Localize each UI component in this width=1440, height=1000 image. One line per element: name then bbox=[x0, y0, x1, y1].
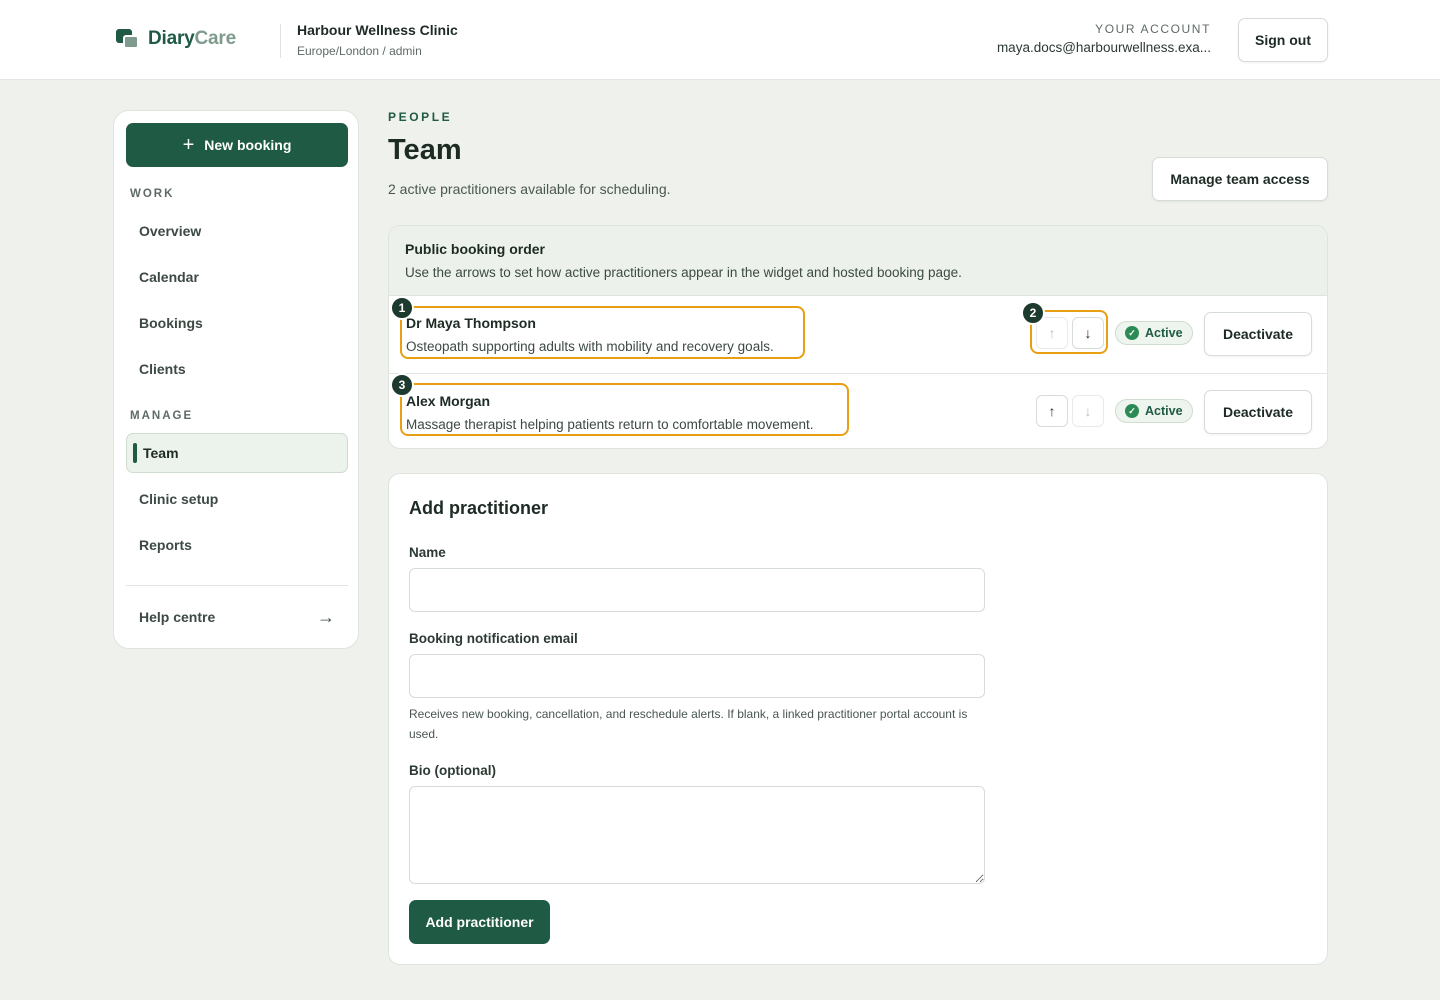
help-centre-link[interactable]: Help centre → bbox=[126, 597, 348, 637]
name-input[interactable] bbox=[409, 568, 985, 612]
booking-order-title: Public booking order bbox=[405, 241, 546, 257]
arrow-up-icon: ↑ bbox=[1048, 403, 1056, 419]
work-section-label: WORK bbox=[130, 188, 175, 200]
status-label: Active bbox=[1145, 326, 1183, 340]
top-bar: DiaryCare Harbour Wellness Clinic Europe… bbox=[0, 0, 1440, 80]
move-down-button[interactable]: ↓ bbox=[1072, 395, 1104, 427]
brand-logo[interactable]: DiaryCare bbox=[116, 28, 236, 50]
brand-name: DiaryCare bbox=[148, 28, 236, 49]
deactivate-button[interactable]: Deactivate bbox=[1204, 390, 1312, 434]
clinic-info: Harbour Wellness Clinic Europe/London / … bbox=[297, 22, 458, 58]
account-label: YOUR ACCOUNT bbox=[1095, 22, 1211, 36]
bio-textarea[interactable] bbox=[409, 786, 985, 884]
manage-team-access-button[interactable]: Manage team access bbox=[1152, 157, 1328, 201]
highlight-box bbox=[400, 383, 849, 436]
name-label: Name bbox=[409, 545, 446, 560]
help-centre-label: Help centre bbox=[139, 609, 216, 625]
bio-label: Bio (optional) bbox=[409, 763, 496, 778]
move-up-button[interactable]: ↑ bbox=[1036, 395, 1068, 427]
account-email: maya.docs@harbourwellness.exa... bbox=[996, 40, 1211, 55]
sidebar-item-team[interactable]: Team bbox=[126, 433, 348, 473]
check-icon: ✓ bbox=[1125, 404, 1139, 418]
page-eyebrow: PEOPLE bbox=[388, 110, 453, 124]
account-info: YOUR ACCOUNT maya.docs@harbourwellness.e… bbox=[997, 22, 1211, 55]
email-label: Booking notification email bbox=[409, 631, 578, 646]
email-help-text: Receives new booking, cancellation, and … bbox=[409, 707, 968, 741]
notification-email-input[interactable] bbox=[409, 654, 985, 698]
annotation-marker: 2 bbox=[1021, 301, 1045, 325]
status-label: Active bbox=[1145, 404, 1183, 418]
check-icon: ✓ bbox=[1125, 326, 1139, 340]
plus-icon: + bbox=[182, 134, 195, 156]
clinic-name: Harbour Wellness Clinic bbox=[297, 22, 458, 38]
status-badge: ✓ Active bbox=[1115, 321, 1193, 345]
add-practitioner-button[interactable]: Add practitioner bbox=[409, 900, 550, 944]
annotation-marker: 3 bbox=[390, 373, 414, 397]
sidebar-item-reports[interactable]: Reports bbox=[126, 525, 348, 565]
annotation-marker: 1 bbox=[390, 296, 414, 320]
add-practitioner-title: Add practitioner bbox=[409, 498, 549, 518]
page-title: Team bbox=[388, 134, 462, 166]
sidebar-item-bookings[interactable]: Bookings bbox=[126, 303, 348, 343]
sidebar-divider bbox=[126, 585, 348, 586]
status-badge: ✓ Active bbox=[1115, 399, 1193, 423]
add-practitioner-card: Add practitioner Name Booking notificati… bbox=[388, 473, 1328, 965]
clinic-meta: Europe/London / admin bbox=[297, 44, 422, 58]
sign-out-button[interactable]: Sign out bbox=[1238, 18, 1328, 62]
deactivate-button[interactable]: Deactivate bbox=[1204, 312, 1312, 356]
header-divider bbox=[280, 24, 281, 58]
page-subtitle: 2 active practitioners available for sch… bbox=[388, 181, 671, 197]
sidebar-item-clinic-setup[interactable]: Clinic setup bbox=[126, 479, 348, 519]
manage-section-label: MANAGE bbox=[130, 410, 194, 422]
arrow-right-icon: → bbox=[317, 606, 335, 627]
booking-order-header: Public booking order Use the arrows to s… bbox=[389, 226, 1327, 296]
new-booking-label: New booking bbox=[204, 137, 292, 153]
sidebar-item-clients[interactable]: Clients bbox=[126, 349, 348, 389]
arrow-down-icon: ↓ bbox=[1084, 403, 1092, 419]
new-booking-button[interactable]: + New booking bbox=[126, 123, 348, 167]
sidebar-item-calendar[interactable]: Calendar bbox=[126, 257, 348, 297]
sidebar: + New booking WORK Overview Calendar Boo… bbox=[113, 110, 359, 649]
logo-icon bbox=[116, 28, 140, 50]
sidebar-item-overview[interactable]: Overview bbox=[126, 211, 348, 251]
highlight-box bbox=[400, 306, 805, 359]
booking-order-description: Use the arrows to set how active practit… bbox=[405, 265, 962, 280]
